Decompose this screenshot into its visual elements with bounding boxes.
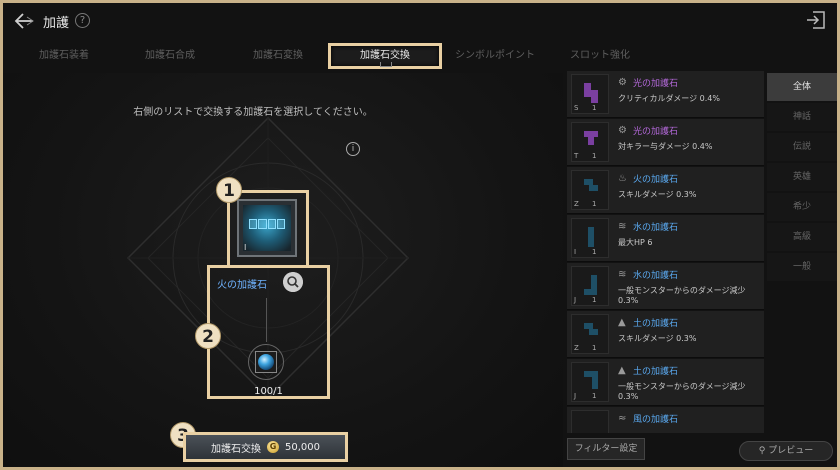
stone-thumbnail: Z1 xyxy=(571,170,609,210)
earth-icon: ▲ xyxy=(618,317,626,328)
stone-detail-box: 火の加護石 100/1 xyxy=(207,265,330,399)
list-item-name: 土の加護石 xyxy=(633,367,679,377)
list-item-stat: クリティカルダメージ 0.4% xyxy=(618,94,720,103)
help-icon[interactable]: ? xyxy=(75,13,90,28)
preview-label: プレビュー xyxy=(768,446,814,456)
stone-thumbnail: T1 xyxy=(571,122,609,162)
selected-stone-slot[interactable]: I xyxy=(227,190,309,268)
grade-filter-list: 全体 神話 伝説 英雄 希少 高級 一般 xyxy=(767,71,837,433)
filter-settings-button[interactable]: フィルター設定 xyxy=(567,438,645,460)
magnify-icon[interactable] xyxy=(283,272,303,292)
water-icon: ≋ xyxy=(618,269,627,280)
selected-stone-name: 火の加護石 xyxy=(217,280,267,291)
water-icon: ≋ xyxy=(618,221,627,232)
list-item-name: 土の加護石 xyxy=(633,319,679,329)
stone-thumbnail: J1 xyxy=(571,266,609,306)
badge-1: 1 xyxy=(216,177,242,203)
instruction-text: 右側のリストで交換する加護石を選択してください。 xyxy=(133,107,373,118)
filter-legendary[interactable]: 伝説 xyxy=(767,133,837,161)
list-item[interactable]: Z1 ▲ 土の加護石 スキルダメージ 0.3% xyxy=(567,311,764,358)
list-item-stat: 一般モンスターからのダメージ減少 0.3% xyxy=(618,382,746,401)
material-count: 100/1 xyxy=(254,386,283,397)
list-item[interactable]: ≈ 風の加護石 xyxy=(567,407,764,433)
stone-thumbnail: S1 xyxy=(571,74,609,114)
stone-thumbnail: J1 xyxy=(571,362,609,402)
fire-icon: ♨ xyxy=(618,173,627,184)
list-item-name: 火の加護石 xyxy=(633,175,679,185)
stone-list: S1 ⚙ 光の加護石 クリティカルダメージ 0.4% T1 ⚙ 光の加護石 対キ… xyxy=(564,71,764,433)
info-icon[interactable]: i xyxy=(346,142,360,156)
list-item[interactable]: T1 ⚙ 光の加護石 対キラー与ダメージ 0.4% xyxy=(567,119,764,166)
list-item-stat: 一般モンスターからのダメージ減少 0.3% xyxy=(618,286,746,305)
connector-line xyxy=(266,298,267,342)
list-item-name: 水の加護石 xyxy=(633,271,679,281)
list-item[interactable]: I1 ≋ 水の加護石 最大HP 6 xyxy=(567,215,764,262)
list-item-name: 光の加護石 xyxy=(633,127,679,137)
exchange-cost: 50,000 xyxy=(285,441,320,453)
filter-premium[interactable]: 高級 xyxy=(767,223,837,251)
tab-bar: 加護石装着 加護石合成 加護石変換 加護石交換 シンボルポイント スロット強化 xyxy=(3,39,837,73)
light-icon: ⚙ xyxy=(618,77,627,88)
preview-button[interactable]: ⚲ プレビュー xyxy=(739,441,833,461)
filter-all[interactable]: 全体 xyxy=(767,73,837,101)
exchange-button[interactable]: 加護石交換 G 50,000 xyxy=(183,432,348,462)
list-item-stat: スキルダメージ 0.3% xyxy=(618,190,697,199)
list-item-stat: 最大HP 6 xyxy=(618,238,653,247)
list-item[interactable]: J1 ▲ 土の加護石 一般モンスターからのダメージ減少 0.3% xyxy=(567,359,764,406)
header: 加護 ? xyxy=(3,3,837,39)
stone-grade: I xyxy=(244,243,247,252)
list-item-stat: 対キラー与ダメージ 0.4% xyxy=(618,142,713,151)
back-arrow-icon[interactable] xyxy=(13,11,35,31)
earth-icon: ▲ xyxy=(618,365,626,376)
app-frame: 加護 ? 加護石装着 加護石合成 加護石変換 加護石交換 シンボルポイント スロ… xyxy=(0,0,840,470)
list-item[interactable]: Z1 ♨ 火の加護石 スキルダメージ 0.3% xyxy=(567,167,764,214)
list-item-name: 光の加護石 xyxy=(633,79,679,89)
tab-equip[interactable]: 加護石装着 xyxy=(21,43,107,69)
stone-thumbnail: I1 xyxy=(571,218,609,258)
exchange-button-label: 加護石交換 xyxy=(211,443,261,455)
exit-icon[interactable] xyxy=(805,9,827,31)
list-item[interactable]: S1 ⚙ 光の加護石 クリティカルダメージ 0.4% xyxy=(567,71,764,118)
stone-thumbnail: Z1 xyxy=(571,314,609,354)
tab-exchange[interactable]: 加護石交換 xyxy=(328,43,442,69)
filter-mythic[interactable]: 神話 xyxy=(767,103,837,131)
stone-frame: I xyxy=(237,199,297,257)
stone-shape-icon xyxy=(249,219,285,229)
page-title: 加護 xyxy=(43,16,70,31)
tab-synthesis[interactable]: 加護石合成 xyxy=(127,43,213,69)
badge-2: 2 xyxy=(195,323,221,349)
search-icon: ⚲ xyxy=(758,446,766,456)
list-item-name: 水の加護石 xyxy=(633,223,679,233)
list-item-stat: スキルダメージ 0.3% xyxy=(618,334,697,343)
tab-symbol-point[interactable]: シンボルポイント xyxy=(449,43,541,69)
tab-slot-upgrade[interactable]: スロット強化 xyxy=(558,43,642,69)
filter-heroic[interactable]: 英雄 xyxy=(767,163,837,191)
list-item-name: 風の加護石 xyxy=(633,415,679,425)
filter-rare[interactable]: 希少 xyxy=(767,193,837,221)
material-orb-icon[interactable] xyxy=(255,351,277,373)
stone-thumbnail xyxy=(571,410,609,433)
light-icon: ⚙ xyxy=(618,125,627,136)
exchange-panel: 右側のリストで交換する加護石を選択してください。 i I 火の加護石 100/1… xyxy=(3,73,563,467)
wind-icon: ≈ xyxy=(618,413,627,424)
list-item[interactable]: J1 ≋ 水の加護石 一般モンスターからのダメージ減少 0.3% xyxy=(567,263,764,310)
gold-coin-icon: G xyxy=(267,441,279,453)
filter-common[interactable]: 一般 xyxy=(767,253,837,281)
tab-convert[interactable]: 加護石変換 xyxy=(235,43,321,69)
